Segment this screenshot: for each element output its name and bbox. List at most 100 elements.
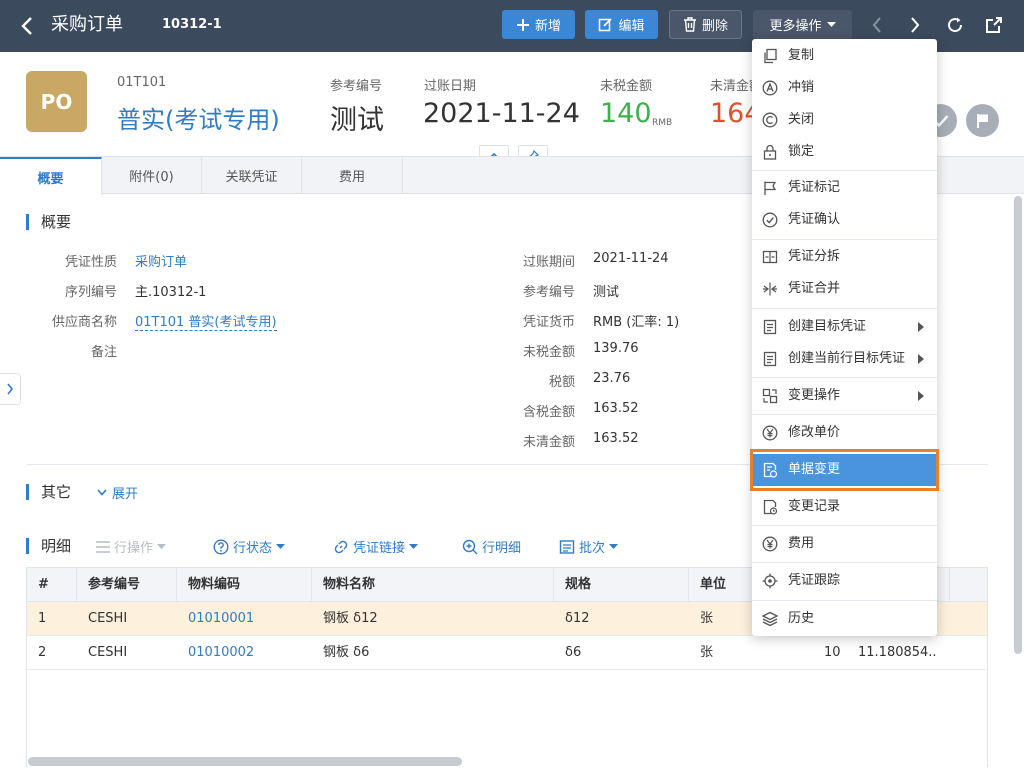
menu-item-label: 复制 bbox=[788, 48, 815, 63]
add-button-label: 新增 bbox=[534, 19, 561, 34]
refresh-icon bbox=[948, 17, 963, 33]
fee-icon bbox=[762, 536, 778, 552]
document-icon bbox=[762, 351, 778, 367]
cell-item-code[interactable]: 01010002 bbox=[188, 636, 254, 670]
split-icon bbox=[762, 249, 778, 265]
batch-icon bbox=[559, 539, 575, 554]
detail-section-title: 明细 bbox=[26, 538, 71, 554]
menu-item-voucher-merge[interactable]: 凭证合并 bbox=[752, 273, 937, 305]
flag-status-button[interactable] bbox=[966, 104, 999, 137]
cell-item-name: 钢板 δ6 bbox=[323, 645, 370, 660]
menu-item-label: 创建目标凭证 bbox=[788, 319, 867, 334]
column-header-no[interactable]: # bbox=[38, 568, 49, 602]
row-operations-button[interactable]: 行操作 bbox=[96, 537, 167, 556]
ref-number-value: 测试 bbox=[330, 105, 384, 136]
share-button[interactable] bbox=[979, 11, 1009, 39]
cell-unit: 张 bbox=[700, 611, 714, 626]
menu-item-create-row-target[interactable]: 创建当前行目标凭证 bbox=[752, 343, 937, 375]
column-header-ref[interactable]: 参考编号 bbox=[88, 568, 140, 602]
menu-separator bbox=[752, 239, 937, 240]
table-row[interactable]: 2 CESHI 01010002 钢板 δ6 δ6 张 10 11.180854… bbox=[27, 636, 987, 670]
expand-other-button[interactable]: 展开 bbox=[97, 483, 138, 502]
untaxed-amount-value: 140 bbox=[600, 98, 652, 129]
field-label-uncleared-amount: 未清金额 bbox=[522, 435, 575, 450]
field-value-voucher-type[interactable]: 采购订单 bbox=[135, 251, 187, 270]
caret-down-icon bbox=[409, 543, 419, 549]
menu-item-lock[interactable]: 锁定 bbox=[752, 136, 937, 168]
copy-icon bbox=[762, 48, 778, 64]
cell-spec: δ6 bbox=[565, 645, 582, 660]
field-label-voucher-type: 凭证性质 bbox=[64, 255, 117, 270]
menu-item-fee[interactable]: 费用 bbox=[752, 528, 937, 560]
more-actions-button[interactable]: 更多操作 bbox=[753, 10, 852, 39]
field-value-serial-number: 主.10312-1 bbox=[135, 285, 207, 300]
menu-item-create-target[interactable]: 创建目标凭证 bbox=[752, 311, 937, 343]
voucher-link-button[interactable]: 凭证链接 bbox=[333, 537, 419, 556]
menu-item-modify-price[interactable]: 修改单价 bbox=[752, 417, 937, 449]
tab-expenses[interactable]: 费用 bbox=[302, 157, 403, 194]
change-icon bbox=[762, 388, 778, 404]
other-section-title: 其它 bbox=[26, 484, 71, 500]
menu-item-label: 关闭 bbox=[788, 112, 815, 127]
menu-item-history[interactable]: 历史 bbox=[752, 603, 937, 635]
back-button[interactable] bbox=[14, 12, 42, 40]
next-record-button[interactable] bbox=[900, 11, 930, 39]
menu-item-voucher-tracking[interactable]: 凭证跟踪 bbox=[752, 565, 937, 597]
vertical-scrollbar[interactable] bbox=[1014, 196, 1022, 654]
row-status-button[interactable]: 行状态 bbox=[213, 537, 286, 556]
caret-down-icon bbox=[276, 543, 286, 549]
side-panel-expand-button[interactable] bbox=[0, 373, 21, 405]
column-header-spec[interactable]: 规格 bbox=[565, 568, 591, 602]
list-icon bbox=[96, 540, 110, 553]
chevron-left-icon bbox=[872, 17, 881, 33]
menu-separator bbox=[752, 600, 937, 601]
previous-record-button[interactable] bbox=[862, 11, 892, 39]
delete-button[interactable]: 删除 bbox=[669, 10, 742, 39]
untaxed-amount-label: 未税金额 bbox=[600, 79, 653, 94]
supplier-name[interactable]: 普实(考试专用) bbox=[117, 100, 280, 135]
lock-icon bbox=[762, 144, 778, 160]
refresh-button[interactable] bbox=[940, 11, 970, 39]
cell-no: 1 bbox=[38, 611, 47, 626]
row-detail-button[interactable]: 行明细 bbox=[462, 537, 521, 556]
batch-button[interactable]: 批次 bbox=[559, 537, 619, 556]
overview-section-title: 概要 bbox=[26, 214, 71, 230]
menu-item-voucher-mark[interactable]: 凭证标记 bbox=[752, 172, 937, 204]
menu-item-label: 凭证合并 bbox=[788, 281, 841, 296]
field-value-supplier[interactable]: 01T101 普实(考试专用) bbox=[135, 311, 277, 331]
menu-item-change-record[interactable]: 变更记录 bbox=[752, 491, 937, 523]
reverse-icon bbox=[762, 80, 778, 96]
horizontal-scrollbar[interactable] bbox=[28, 757, 462, 766]
menu-item-close[interactable]: 关闭 bbox=[752, 104, 937, 136]
menu-item-label: 修改单价 bbox=[788, 425, 841, 440]
row-detail-label: 行明细 bbox=[482, 541, 522, 556]
menu-item-reverse[interactable]: 冲销 bbox=[752, 72, 937, 104]
chevron-right-icon bbox=[911, 17, 920, 33]
menu-item-change-operation[interactable]: 变更操作 bbox=[752, 380, 937, 412]
edit-icon bbox=[599, 18, 613, 32]
menu-item-voucher-split[interactable]: 凭证分拆 bbox=[752, 241, 937, 273]
document-type-avatar: PO bbox=[26, 71, 87, 132]
more-actions-menu: 复制 冲销 关闭 锁定 凭证标记 凭证确认 凭证分拆 凭证合并 创建目标凭证 创… bbox=[752, 39, 937, 636]
zoom-in-icon bbox=[462, 539, 478, 554]
field-label-remark: 备注 bbox=[90, 345, 117, 360]
menu-item-label: 冲销 bbox=[788, 80, 815, 95]
column-header-item-code[interactable]: 物料编码 bbox=[188, 568, 240, 602]
tab-attachments[interactable]: 附件(0) bbox=[102, 157, 202, 194]
add-button[interactable]: 新增 bbox=[502, 10, 575, 39]
edit-button[interactable]: 编辑 bbox=[585, 10, 658, 39]
column-header-unit[interactable]: 单位 bbox=[700, 568, 726, 602]
field-value-tax-amount: 23.76 bbox=[593, 371, 631, 386]
tab-overview[interactable]: 概要 bbox=[0, 157, 102, 195]
menu-item-voucher-confirm[interactable]: 凭证确认 bbox=[752, 204, 937, 236]
tab-related-vouchers[interactable]: 关联凭证 bbox=[202, 157, 302, 194]
menu-item-label: 凭证标记 bbox=[788, 180, 841, 195]
cell-item-code[interactable]: 01010001 bbox=[188, 602, 254, 636]
menu-item-label: 历史 bbox=[788, 611, 815, 626]
column-header-item-name[interactable]: 物料名称 bbox=[323, 568, 375, 602]
caret-down-icon bbox=[609, 543, 619, 549]
menu-item-copy[interactable]: 复制 bbox=[752, 40, 937, 72]
menu-item-label: 凭证分拆 bbox=[788, 249, 841, 264]
layers-icon bbox=[762, 611, 778, 627]
cell-quantity: 10 bbox=[824, 645, 841, 660]
